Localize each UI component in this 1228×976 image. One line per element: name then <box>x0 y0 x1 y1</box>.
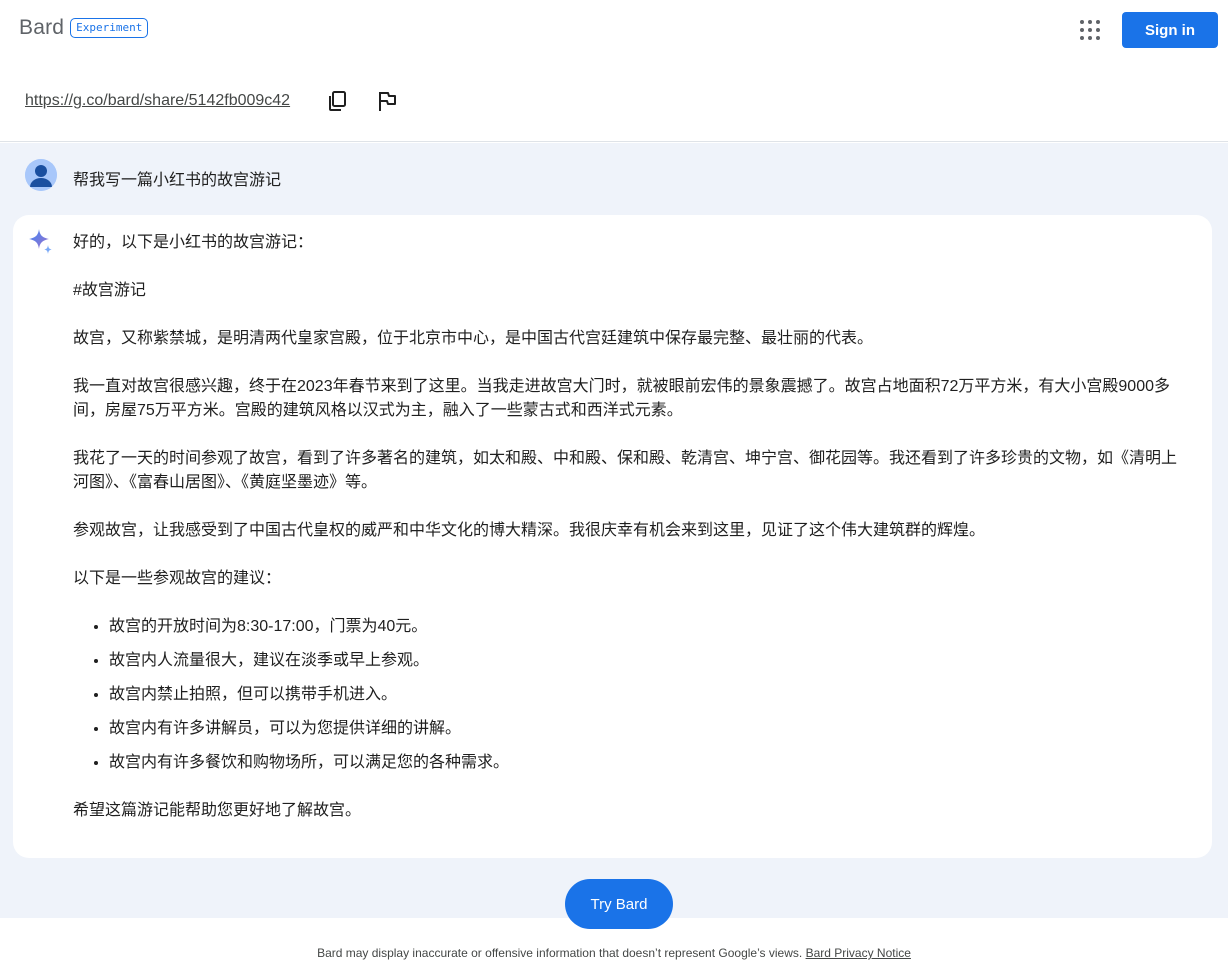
response-paragraph: 参观故宫，让我感受到了中国古代皇权的威严和中华文化的博大精深。我很庆幸有机会来到… <box>73 522 986 539</box>
grid-apps-icon[interactable] <box>1078 18 1102 42</box>
prompt-text: 帮我写一篇小红书的故宫游记 <box>73 172 282 189</box>
experiment-badge: Experiment <box>70 18 149 38</box>
list-item: 故宫的开放时间为8:30-17:00，门票为40元。 <box>109 615 1185 639</box>
conversation: 帮我写一篇小红书的故宫游记 好的，以下是小红书的故宫游记： #故宫游记 故宫，又… <box>0 143 1228 929</box>
list-item: 故宫内禁止拍照，但可以携带手机进入。 <box>109 683 1185 707</box>
brand-logo[interactable]: Bard <box>19 16 64 40</box>
response-paragraph: 我花了一天的时间参观了故宫，看到了许多著名的建筑，如太和殿、中和殿、保和殿、乾清… <box>73 450 1178 491</box>
response-paragraph: 我一直对故宫很感兴趣，终于在2023年春节来到了这里。当我走进故宫大门时，就被眼… <box>73 378 1170 419</box>
disclaimer-text: Bard may display inaccurate or offensive… <box>317 946 803 960</box>
list-item: 故宫内人流量很大，建议在淡季或早上参观。 <box>109 649 1185 673</box>
response-hashtag: #故宫游记 <box>73 282 146 299</box>
share-link[interactable]: https://g.co/bard/share/5142fb009c42 <box>25 92 290 110</box>
footer: Bard may display inaccurate or offensive… <box>0 946 1228 960</box>
user-prompt: 帮我写一篇小红书的故宫游记 <box>0 143 1228 215</box>
sign-in-button[interactable]: Sign in <box>1122 12 1218 48</box>
response-intro: 好的，以下是小红书的故宫游记： <box>73 234 314 251</box>
response-closing: 希望这篇游记能帮助您更好地了解故宫。 <box>73 802 362 819</box>
response-paragraph: 故宫，又称紫禁城，是明清两代皇家宫殿，位于北京市中心，是中国古代宫廷建筑中保存最… <box>73 330 874 347</box>
brand: Bard Experiment <box>19 16 149 40</box>
list-item: 故宫内有许多讲解员，可以为您提供详细的讲解。 <box>109 717 1185 741</box>
top-bar: Bard Experiment Sign in <box>0 0 1228 60</box>
response-card: 好的，以下是小红书的故宫游记： #故宫游记 故宫，又称紫禁城，是明清两代皇家宫殿… <box>13 215 1212 858</box>
sparkle-icon <box>27 228 55 256</box>
try-bard-button[interactable]: Try Bard <box>565 879 673 929</box>
share-bar: https://g.co/bard/share/5142fb009c42 <box>0 60 1228 142</box>
privacy-notice-link[interactable]: Bard Privacy Notice <box>806 946 911 960</box>
tips-heading: 以下是一些参观故宫的建议： <box>73 570 282 587</box>
response-body: 好的，以下是小红书的故宫游记： #故宫游记 故宫，又称紫禁城，是明清两代皇家宫殿… <box>73 231 1185 847</box>
flag-icon[interactable] <box>376 90 398 112</box>
copy-icon[interactable] <box>327 90 349 112</box>
tips-list: 故宫的开放时间为8:30-17:00，门票为40元。 故宫内人流量很大，建议在淡… <box>73 615 1185 775</box>
avatar <box>25 159 57 191</box>
list-item: 故宫内有许多餐饮和购物场所，可以满足您的各种需求。 <box>109 751 1185 775</box>
